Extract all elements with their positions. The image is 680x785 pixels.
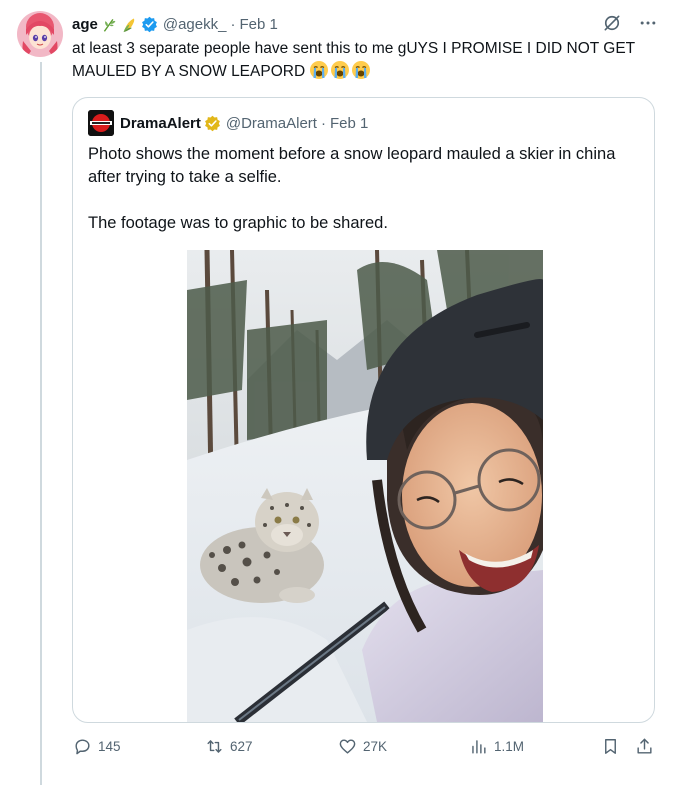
quote-paragraph-2: The footage was to graphic to be shared.: [88, 214, 388, 232]
views-count: 1.1M: [494, 739, 525, 754]
herb-emoji-icon: [103, 18, 116, 32]
tweet-text: at least 3 separate people have sent thi…: [72, 38, 662, 83]
tweet-date[interactable]: Feb 1: [239, 16, 277, 33]
author-name[interactable]: age: [72, 16, 98, 33]
reply-button[interactable]: 145: [73, 737, 121, 756]
verified-badge-icon: [141, 16, 157, 32]
quote-paragraph-1: Photo shows the moment before a snow leo…: [88, 145, 616, 186]
quote-text: Photo shows the moment before a snow leo…: [88, 143, 628, 235]
reply-icon: [75, 739, 90, 755]
share-button[interactable]: [635, 737, 654, 756]
corn-emoji-icon: [123, 18, 135, 32]
repost-count: 627: [230, 739, 253, 754]
like-icon: [339, 739, 356, 754]
reply-count: 145: [98, 739, 121, 754]
tweet-top-icons: [602, 13, 658, 33]
separator-dot: ·: [230, 15, 236, 33]
quote-header: DramaAlert @DramaAlert · Feb 1: [88, 110, 368, 136]
tweet-header: age @agekk_ · Feb 1: [72, 13, 278, 35]
quote-photo[interactable]: [187, 250, 543, 722]
loudly-crying-emoji-icon: [310, 61, 329, 79]
author-handle[interactable]: @agekk_: [163, 16, 227, 33]
repost-button[interactable]: 627: [205, 737, 253, 756]
like-button[interactable]: 27K: [338, 737, 387, 756]
tweet-actions: 145 627 27K 1.1M: [73, 737, 663, 759]
views-icon: [472, 740, 486, 754]
more-icon[interactable]: [638, 13, 658, 33]
author-avatar[interactable]: [17, 11, 63, 57]
quote-tweet-card[interactable]: DramaAlert @DramaAlert · Feb 1 Photo sho…: [72, 97, 655, 723]
quote-avatar[interactable]: [88, 110, 114, 136]
views-button[interactable]: 1.1M: [469, 737, 524, 756]
loudly-crying-emoji-icon: [352, 61, 371, 79]
grok-icon[interactable]: [602, 13, 622, 33]
verified-gold-badge-icon: [204, 115, 220, 131]
quote-date[interactable]: Feb 1: [330, 115, 368, 132]
loudly-crying-emoji-icon: [331, 61, 350, 79]
bookmark-button[interactable]: [601, 737, 620, 756]
repost-icon: [207, 740, 222, 753]
quote-author-name[interactable]: DramaAlert: [120, 115, 201, 132]
like-count: 27K: [363, 739, 388, 754]
thread-line: [40, 62, 42, 785]
separator-dot: ·: [320, 114, 326, 132]
share-icon: [637, 738, 652, 754]
quote-author-handle[interactable]: @DramaAlert: [226, 115, 317, 132]
bookmark-icon: [605, 739, 616, 754]
